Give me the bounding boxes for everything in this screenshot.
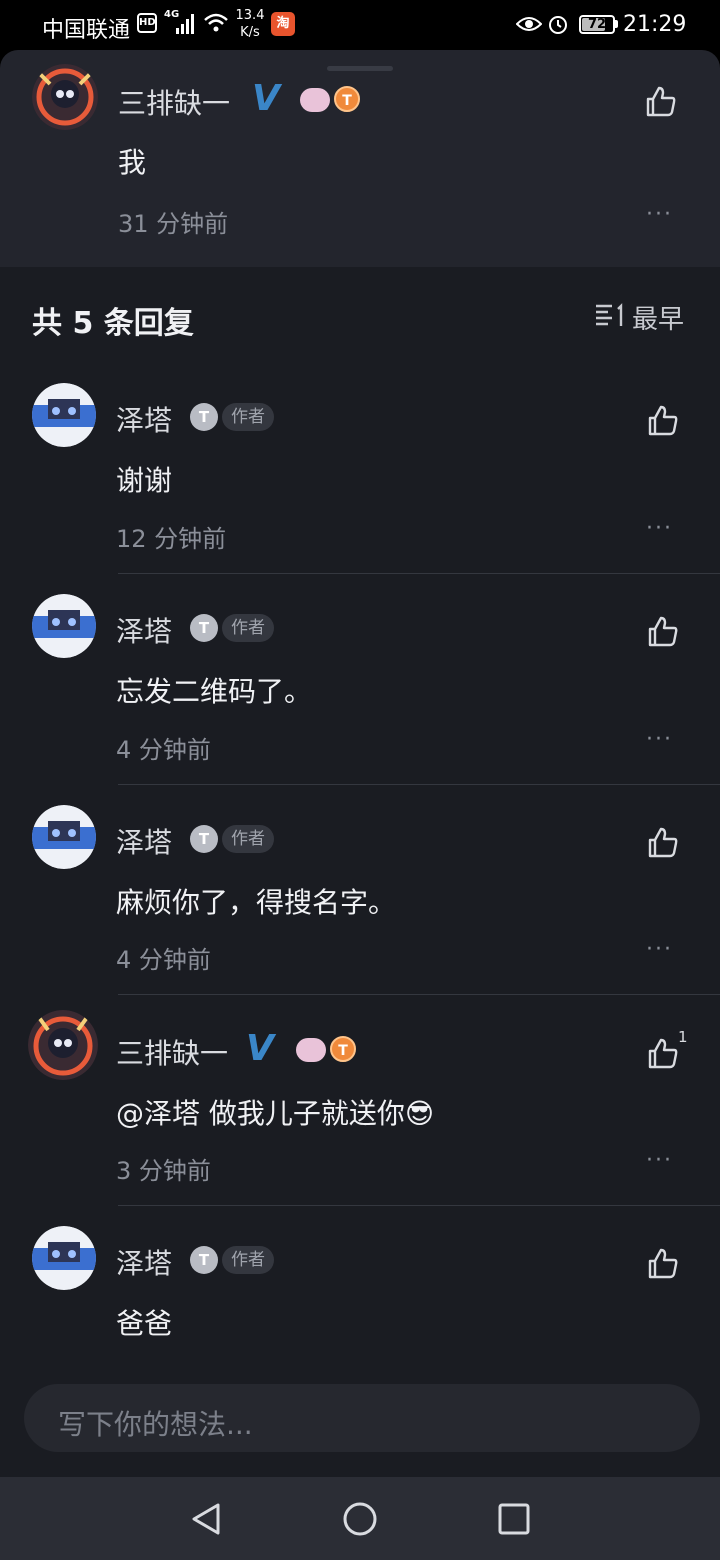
username[interactable]: 三排缺一 — [118, 82, 230, 122]
comment-text: 我 — [118, 146, 147, 179]
avatar[interactable] — [32, 64, 98, 130]
replies-list — [0, 267, 720, 1477]
avatar[interactable] — [32, 383, 96, 447]
back-icon[interactable] — [186, 1499, 226, 1539]
author-tag: 作者 — [222, 614, 274, 642]
battery-icon: 72 — [579, 15, 615, 34]
more-options-icon[interactable]: ··· — [646, 727, 673, 752]
like-icon[interactable] — [646, 614, 680, 648]
timestamp: 12 分钟前 — [116, 525, 227, 553]
author-tag: 作者 — [222, 825, 274, 853]
level-badge-icon: T — [334, 86, 360, 112]
like-icon[interactable] — [646, 1036, 680, 1070]
divider — [118, 994, 720, 995]
like-icon[interactable] — [646, 825, 680, 859]
like-count: 1 — [678, 1028, 688, 1046]
divider — [118, 573, 720, 574]
divider — [118, 784, 720, 785]
taobao-app-icon: 淘 — [271, 12, 295, 36]
battery-tip — [615, 20, 618, 28]
battery-level: 72 — [587, 17, 607, 32]
drag-handle[interactable] — [327, 66, 393, 71]
reply-text: 爸爸 — [116, 1307, 173, 1340]
home-icon[interactable] — [340, 1499, 380, 1539]
like-icon[interactable] — [646, 403, 680, 437]
author-tag: 作者 — [222, 1246, 274, 1274]
sort-button[interactable]: 最早 — [632, 299, 684, 336]
system-nav-bar — [0, 1477, 720, 1560]
speed-value: 13.4 — [235, 8, 265, 23]
username[interactable]: 三排缺一 — [116, 1032, 228, 1072]
avatar[interactable] — [32, 805, 96, 869]
timestamp: 3 分钟前 — [116, 1157, 211, 1185]
hd-icon: HD — [137, 13, 157, 33]
reply-text: 麻烦你了，得搜名字。 — [116, 886, 397, 919]
status-bar: 中国联通 HD 4G 13.4 K/s 淘 72 21:29 — [0, 0, 720, 50]
username[interactable]: 泽塔 — [116, 610, 172, 650]
network-speed: 13.4 K/s — [232, 7, 268, 41]
reply-text: @泽塔 做我儿子就送你😎 — [116, 1097, 435, 1130]
author-tag: 作者 — [222, 403, 274, 431]
clock: 21:29 — [623, 12, 687, 37]
fan-badge-icon — [300, 88, 330, 112]
vip-badge-icon: V — [246, 1028, 274, 1069]
avatar[interactable] — [28, 1010, 98, 1080]
vip-badge-icon: V — [252, 78, 280, 119]
reply-text: 谢谢 — [116, 464, 173, 497]
alarm-icon — [549, 16, 567, 34]
level-badge-icon: T — [190, 614, 218, 642]
comment-detail-sheet — [0, 50, 720, 267]
comment-input-placeholder: 写下你的想法... — [58, 1408, 253, 1441]
speed-unit: K/s — [240, 25, 260, 40]
more-options-icon[interactable]: ··· — [646, 202, 673, 227]
timestamp: 4 分钟前 — [116, 736, 211, 764]
username[interactable]: 泽塔 — [116, 399, 172, 439]
divider — [118, 1205, 720, 1206]
sort-icon[interactable] — [594, 303, 624, 329]
carrier-label: 中国联通 — [42, 18, 131, 43]
signal-icon — [176, 14, 194, 34]
wifi-icon — [204, 13, 228, 32]
timestamp: 31 分钟前 — [118, 210, 229, 238]
like-icon[interactable] — [644, 84, 678, 118]
level-badge-icon: T — [190, 1246, 218, 1274]
timestamp: 4 分钟前 — [116, 946, 211, 974]
level-badge-icon: T — [190, 403, 218, 431]
username[interactable]: 泽塔 — [116, 821, 172, 861]
more-options-icon[interactable]: ··· — [646, 937, 673, 962]
username[interactable]: 泽塔 — [116, 1242, 172, 1282]
like-icon[interactable] — [646, 1246, 680, 1280]
avatar[interactable] — [32, 594, 96, 658]
reply-text: 忘发二维码了。 — [116, 675, 313, 708]
recents-icon[interactable] — [494, 1499, 534, 1539]
more-options-icon[interactable]: ··· — [646, 1148, 673, 1173]
eye-comfort-icon — [516, 17, 542, 31]
replies-count-title: 共 5 条回复 — [32, 306, 194, 341]
level-badge-icon: T — [330, 1036, 356, 1062]
avatar[interactable] — [32, 1226, 96, 1290]
fan-badge-icon — [296, 1038, 326, 1062]
more-options-icon[interactable]: ··· — [646, 516, 673, 541]
level-badge-icon: T — [190, 825, 218, 853]
